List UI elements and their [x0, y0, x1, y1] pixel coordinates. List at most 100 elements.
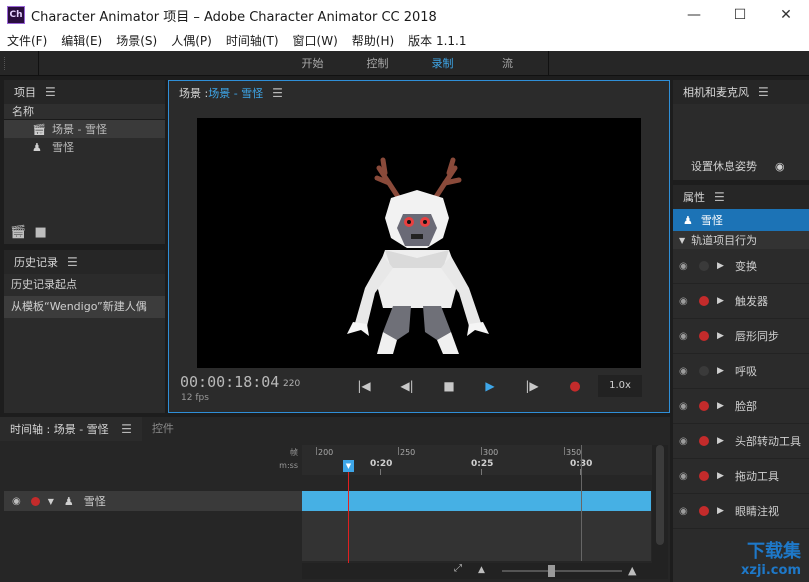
playhead-line[interactable]: [348, 465, 349, 563]
frame-tick-label: 300: [483, 448, 499, 457]
new-scene-icon[interactable]: 🎬︎: [10, 225, 27, 240]
menu-puppet[interactable]: 人偶(P): [164, 32, 219, 49]
behavior-row[interactable]: ◉ ▶ 变换: [673, 249, 809, 284]
maximize-button[interactable]: ☐: [717, 0, 763, 30]
minimize-button[interactable]: —: [671, 0, 717, 30]
tab-timeline[interactable]: 时间轴 : 场景 - 雪怪 ☰: [0, 417, 142, 441]
workspace-tab-stream[interactable]: 流: [475, 51, 540, 76]
zoom-in-icon[interactable]: ▲: [628, 564, 636, 577]
panel-menu-icon[interactable]: ☰: [67, 255, 78, 269]
behavior-row[interactable]: ◉ ▶ 眼睛注视: [673, 494, 809, 529]
eye-icon[interactable]: ◉: [679, 436, 695, 447]
frame-number[interactable]: 220: [283, 379, 300, 389]
chevron-down-icon[interactable]: ▼: [48, 497, 54, 506]
record-arm-toggle[interactable]: [699, 401, 709, 411]
history-item[interactable]: 从模板“Wendigo”新建人偶: [4, 296, 165, 318]
timecode-display[interactable]: 00:00:18:04: [180, 373, 279, 391]
tab-controls[interactable]: 控件: [142, 417, 184, 441]
camera-panel-header: 相机和麦克风 ☰: [673, 80, 809, 104]
puppet-icon: ♟: [683, 213, 693, 227]
scene-panel-header: 场景 : 场景 - 雪怪 ☰: [169, 81, 669, 105]
eye-icon[interactable]: ◉: [12, 496, 21, 507]
project-item[interactable]: ♟ 雪怪: [4, 138, 165, 156]
record-button[interactable]: ●: [560, 374, 590, 398]
chevron-right-icon[interactable]: ▶: [717, 506, 727, 516]
scrollbar-thumb[interactable]: [656, 445, 664, 545]
menu-edit[interactable]: 编辑(E): [54, 32, 109, 49]
step-back-button[interactable]: ◀|: [392, 374, 422, 398]
fit-icon[interactable]: ⤢: [454, 563, 462, 574]
step-forward-button[interactable]: |▶: [517, 374, 547, 398]
behavior-row[interactable]: ◉ ▶ 呼吸: [673, 354, 809, 389]
record-arm-toggle[interactable]: [699, 331, 709, 341]
set-rest-pose-button[interactable]: 设置休息姿势: [691, 158, 757, 174]
track-item-bar[interactable]: [302, 491, 651, 511]
playback-speed[interactable]: 1.0x: [598, 375, 642, 397]
playhead-handle[interactable]: ▼: [343, 460, 354, 472]
behavior-row[interactable]: ◉ ▶ 头部转动工具: [673, 424, 809, 459]
panel-menu-icon[interactable]: ☰: [758, 85, 769, 99]
zoom-slider-handle[interactable]: [548, 565, 555, 577]
eye-icon[interactable]: ◉: [679, 261, 695, 272]
record-arm-toggle[interactable]: [699, 261, 709, 271]
workspace-tab-start[interactable]: 开始: [280, 51, 345, 76]
menu-window[interactable]: 窗口(W): [286, 32, 345, 49]
behavior-row[interactable]: ◉ ▶ 脸部: [673, 389, 809, 424]
eye-icon[interactable]: ◉: [679, 471, 695, 482]
menu-file[interactable]: 文件(F): [0, 32, 54, 49]
scene-stage[interactable]: [197, 118, 641, 368]
track-area[interactable]: [302, 511, 651, 561]
work-area-end-marker[interactable]: [581, 445, 582, 561]
panel-menu-icon[interactable]: ☰: [121, 422, 132, 436]
webcam-icon[interactable]: ◉: [775, 160, 785, 173]
record-arm-toggle[interactable]: [699, 471, 709, 481]
chevron-right-icon[interactable]: ▶: [717, 471, 727, 481]
chevron-right-icon[interactable]: ▶: [717, 436, 727, 446]
history-item[interactable]: 历史记录起点: [4, 274, 165, 296]
behaviors-section[interactable]: ▼ 轨道项目行为: [673, 231, 809, 249]
timeline-scrollbar[interactable]: [652, 445, 668, 579]
zoom-out-icon[interactable]: ▲: [478, 565, 485, 575]
chevron-right-icon[interactable]: ▶: [717, 331, 727, 341]
menu-scene[interactable]: 场景(S): [109, 32, 164, 49]
play-button[interactable]: ▶: [475, 374, 505, 398]
panel-menu-icon[interactable]: ☰: [45, 85, 56, 99]
eye-icon[interactable]: ◉: [679, 296, 695, 307]
close-button[interactable]: ✕: [763, 0, 809, 30]
zoom-slider-track[interactable]: [502, 570, 622, 572]
behavior-row[interactable]: ◉ ▶ 唇形同步: [673, 319, 809, 354]
record-arm-toggle[interactable]: [30, 496, 40, 506]
eye-icon[interactable]: ◉: [679, 366, 695, 377]
workspace-tab-control[interactable]: 控制: [345, 51, 410, 76]
record-arm-toggle[interactable]: [699, 506, 709, 516]
menu-help[interactable]: 帮助(H): [345, 32, 401, 49]
record-arm-toggle[interactable]: [699, 366, 709, 376]
panel-menu-icon[interactable]: ☰: [272, 86, 283, 100]
chevron-right-icon[interactable]: ▶: [717, 296, 727, 306]
chevron-right-icon[interactable]: ▶: [717, 401, 727, 411]
selected-puppet[interactable]: ♟ 雪怪: [673, 209, 809, 231]
chevron-down-icon: ▼: [679, 235, 686, 245]
skip-back-icon: |◀: [357, 379, 371, 393]
menu-timeline[interactable]: 时间轴(T): [219, 32, 286, 49]
behavior-row[interactable]: ◉ ▶ 触发器: [673, 284, 809, 319]
workspace-tab-record[interactable]: 录制: [410, 51, 475, 76]
timeline-ruler[interactable]: 200 250 300 350 0:20 0:25 0:30: [302, 445, 652, 475]
wendigo-puppet[interactable]: [197, 118, 641, 368]
project-item[interactable]: 🎬︎ 场景 - 雪怪: [4, 120, 165, 138]
eye-icon[interactable]: ◉: [679, 401, 695, 412]
eye-icon[interactable]: ◉: [679, 506, 695, 517]
go-to-start-button[interactable]: |◀: [349, 374, 379, 398]
record-arm-toggle[interactable]: [699, 296, 709, 306]
record-arm-toggle[interactable]: [699, 436, 709, 446]
folder-icon[interactable]: ■: [35, 225, 47, 240]
behavior-row[interactable]: ◉ ▶ 拖动工具: [673, 459, 809, 494]
workspace-grip[interactable]: [4, 57, 6, 70]
stop-button[interactable]: ■: [434, 374, 464, 398]
panel-menu-icon[interactable]: ☰: [714, 190, 725, 204]
chevron-right-icon[interactable]: ▶: [717, 261, 727, 271]
chevron-right-icon[interactable]: ▶: [717, 366, 727, 376]
track-header[interactable]: ◉ ▼ ♟ 雪怪: [4, 491, 302, 511]
project-column-name[interactable]: 名称: [4, 104, 165, 120]
eye-icon[interactable]: ◉: [679, 331, 695, 342]
